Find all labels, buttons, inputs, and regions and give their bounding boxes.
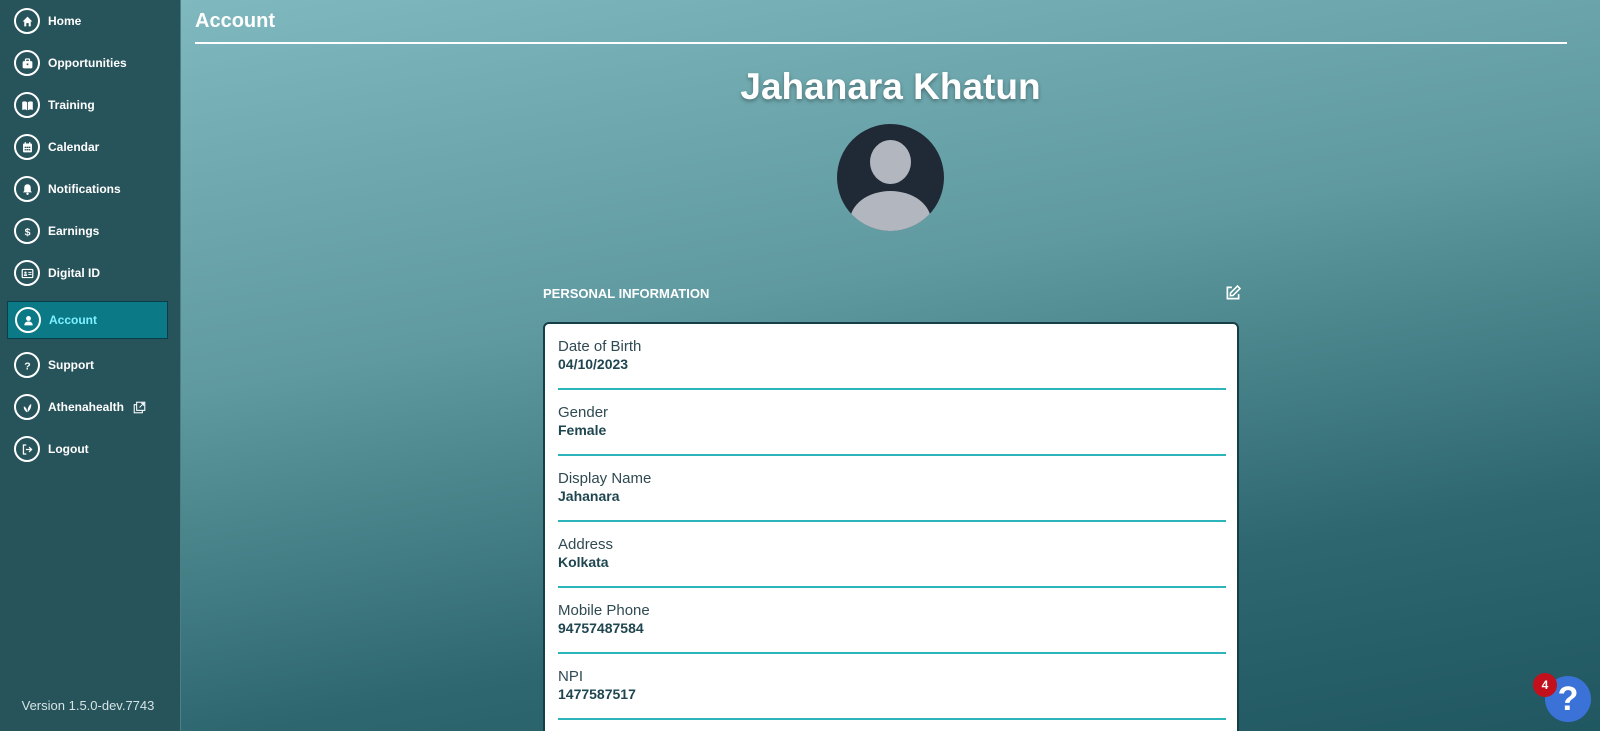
avatar-head-shape — [870, 140, 911, 184]
sidebar-item-label: Logout — [48, 442, 89, 456]
calendar-icon — [14, 134, 40, 160]
sidebar-item-label: Support — [48, 358, 94, 372]
sidebar-item-opportunities[interactable]: Opportunities — [7, 44, 168, 82]
home-icon — [14, 8, 40, 34]
field-date-of-birth: Date of Birth 04/10/2023 — [558, 324, 1226, 390]
leaf-icon — [14, 394, 40, 420]
sidebar-item-training[interactable]: Training — [7, 86, 168, 124]
field-value: 04/10/2023 — [558, 356, 629, 372]
field-value: Female — [558, 422, 607, 438]
sidebar-item-notifications[interactable]: Notifications — [7, 170, 168, 208]
sidebar-item-earnings[interactable]: $ Earnings — [7, 212, 168, 250]
question-icon: ? — [14, 352, 40, 378]
briefcase-icon — [14, 50, 40, 76]
external-link-icon — [133, 401, 146, 413]
sidebar-item-label: Digital ID — [48, 266, 101, 280]
main-content: Account Jahanara Khatun PERSONAL INFORMA… — [181, 0, 1600, 731]
help-notification-badge: 4 — [1533, 673, 1557, 697]
field-value: Kolkata — [558, 554, 609, 570]
sidebar-item-label: Athenahealth — [48, 400, 125, 414]
edit-icon[interactable] — [1224, 284, 1242, 302]
personal-info-heading: PERSONAL INFORMATION — [543, 286, 710, 301]
profile-name: Jahanara Khatun — [740, 66, 1041, 107]
sidebar-item-support[interactable]: ? Support — [7, 346, 168, 384]
field-label: NPI — [558, 668, 584, 685]
sidebar-item-label: Earnings — [48, 224, 100, 238]
svg-text:?: ? — [24, 360, 30, 371]
personal-info-card: Date of Birth 04/10/2023 Gender Female D… — [543, 322, 1239, 731]
field-label: Display Name — [558, 470, 652, 487]
field-value: 1477587517 — [558, 686, 636, 702]
avatar — [837, 124, 944, 231]
field-npi: NPI 1477587517 — [558, 654, 1226, 720]
field-label: Address — [558, 536, 614, 553]
field-gender: Gender Female — [558, 390, 1226, 456]
sidebar-item-logout[interactable]: Logout — [7, 430, 168, 468]
field-label: Mobile Phone — [558, 602, 650, 619]
bell-icon — [14, 176, 40, 202]
sidebar-item-home[interactable]: Home — [7, 2, 168, 40]
app-version: Version 1.5.0-dev.7743 — [21, 698, 155, 713]
avatar-body-shape — [850, 191, 931, 231]
sidebar-item-label: Calendar — [48, 140, 100, 154]
field-label: Gender — [558, 404, 609, 421]
field-mobile-phone: Mobile Phone 94757487584 — [558, 588, 1226, 654]
field-value: Jahanara — [558, 488, 620, 504]
sidebar-item-calendar[interactable]: Calendar — [7, 128, 168, 166]
sidebar-item-label: Home — [48, 14, 82, 28]
field-value: 94757487584 — [558, 620, 644, 636]
page-title: Account — [195, 10, 275, 32]
sidebar-item-label: Notifications — [48, 182, 121, 196]
id-card-icon — [14, 260, 40, 286]
book-icon — [14, 92, 40, 118]
logout-icon — [14, 436, 40, 462]
sidebar-item-athenahealth[interactable]: Athenahealth — [7, 388, 168, 426]
sidebar-item-label: Training — [48, 98, 95, 112]
user-icon — [15, 307, 41, 333]
svg-text:$: $ — [24, 226, 30, 237]
sidebar-item-account[interactable]: Account — [7, 301, 168, 339]
sidebar-item-digital-id[interactable]: Digital ID — [7, 254, 168, 292]
sidebar: Home Opportunities Training Calendar Not… — [0, 0, 181, 731]
field-display-name: Display Name Jahanara — [558, 456, 1226, 522]
sidebar-item-label: Account — [49, 313, 97, 327]
header-divider — [195, 42, 1567, 44]
field-label: Date of Birth — [558, 338, 642, 355]
dollar-icon: $ — [14, 218, 40, 244]
sidebar-item-label: Opportunities — [48, 56, 127, 70]
field-address: Address Kolkata — [558, 522, 1226, 588]
